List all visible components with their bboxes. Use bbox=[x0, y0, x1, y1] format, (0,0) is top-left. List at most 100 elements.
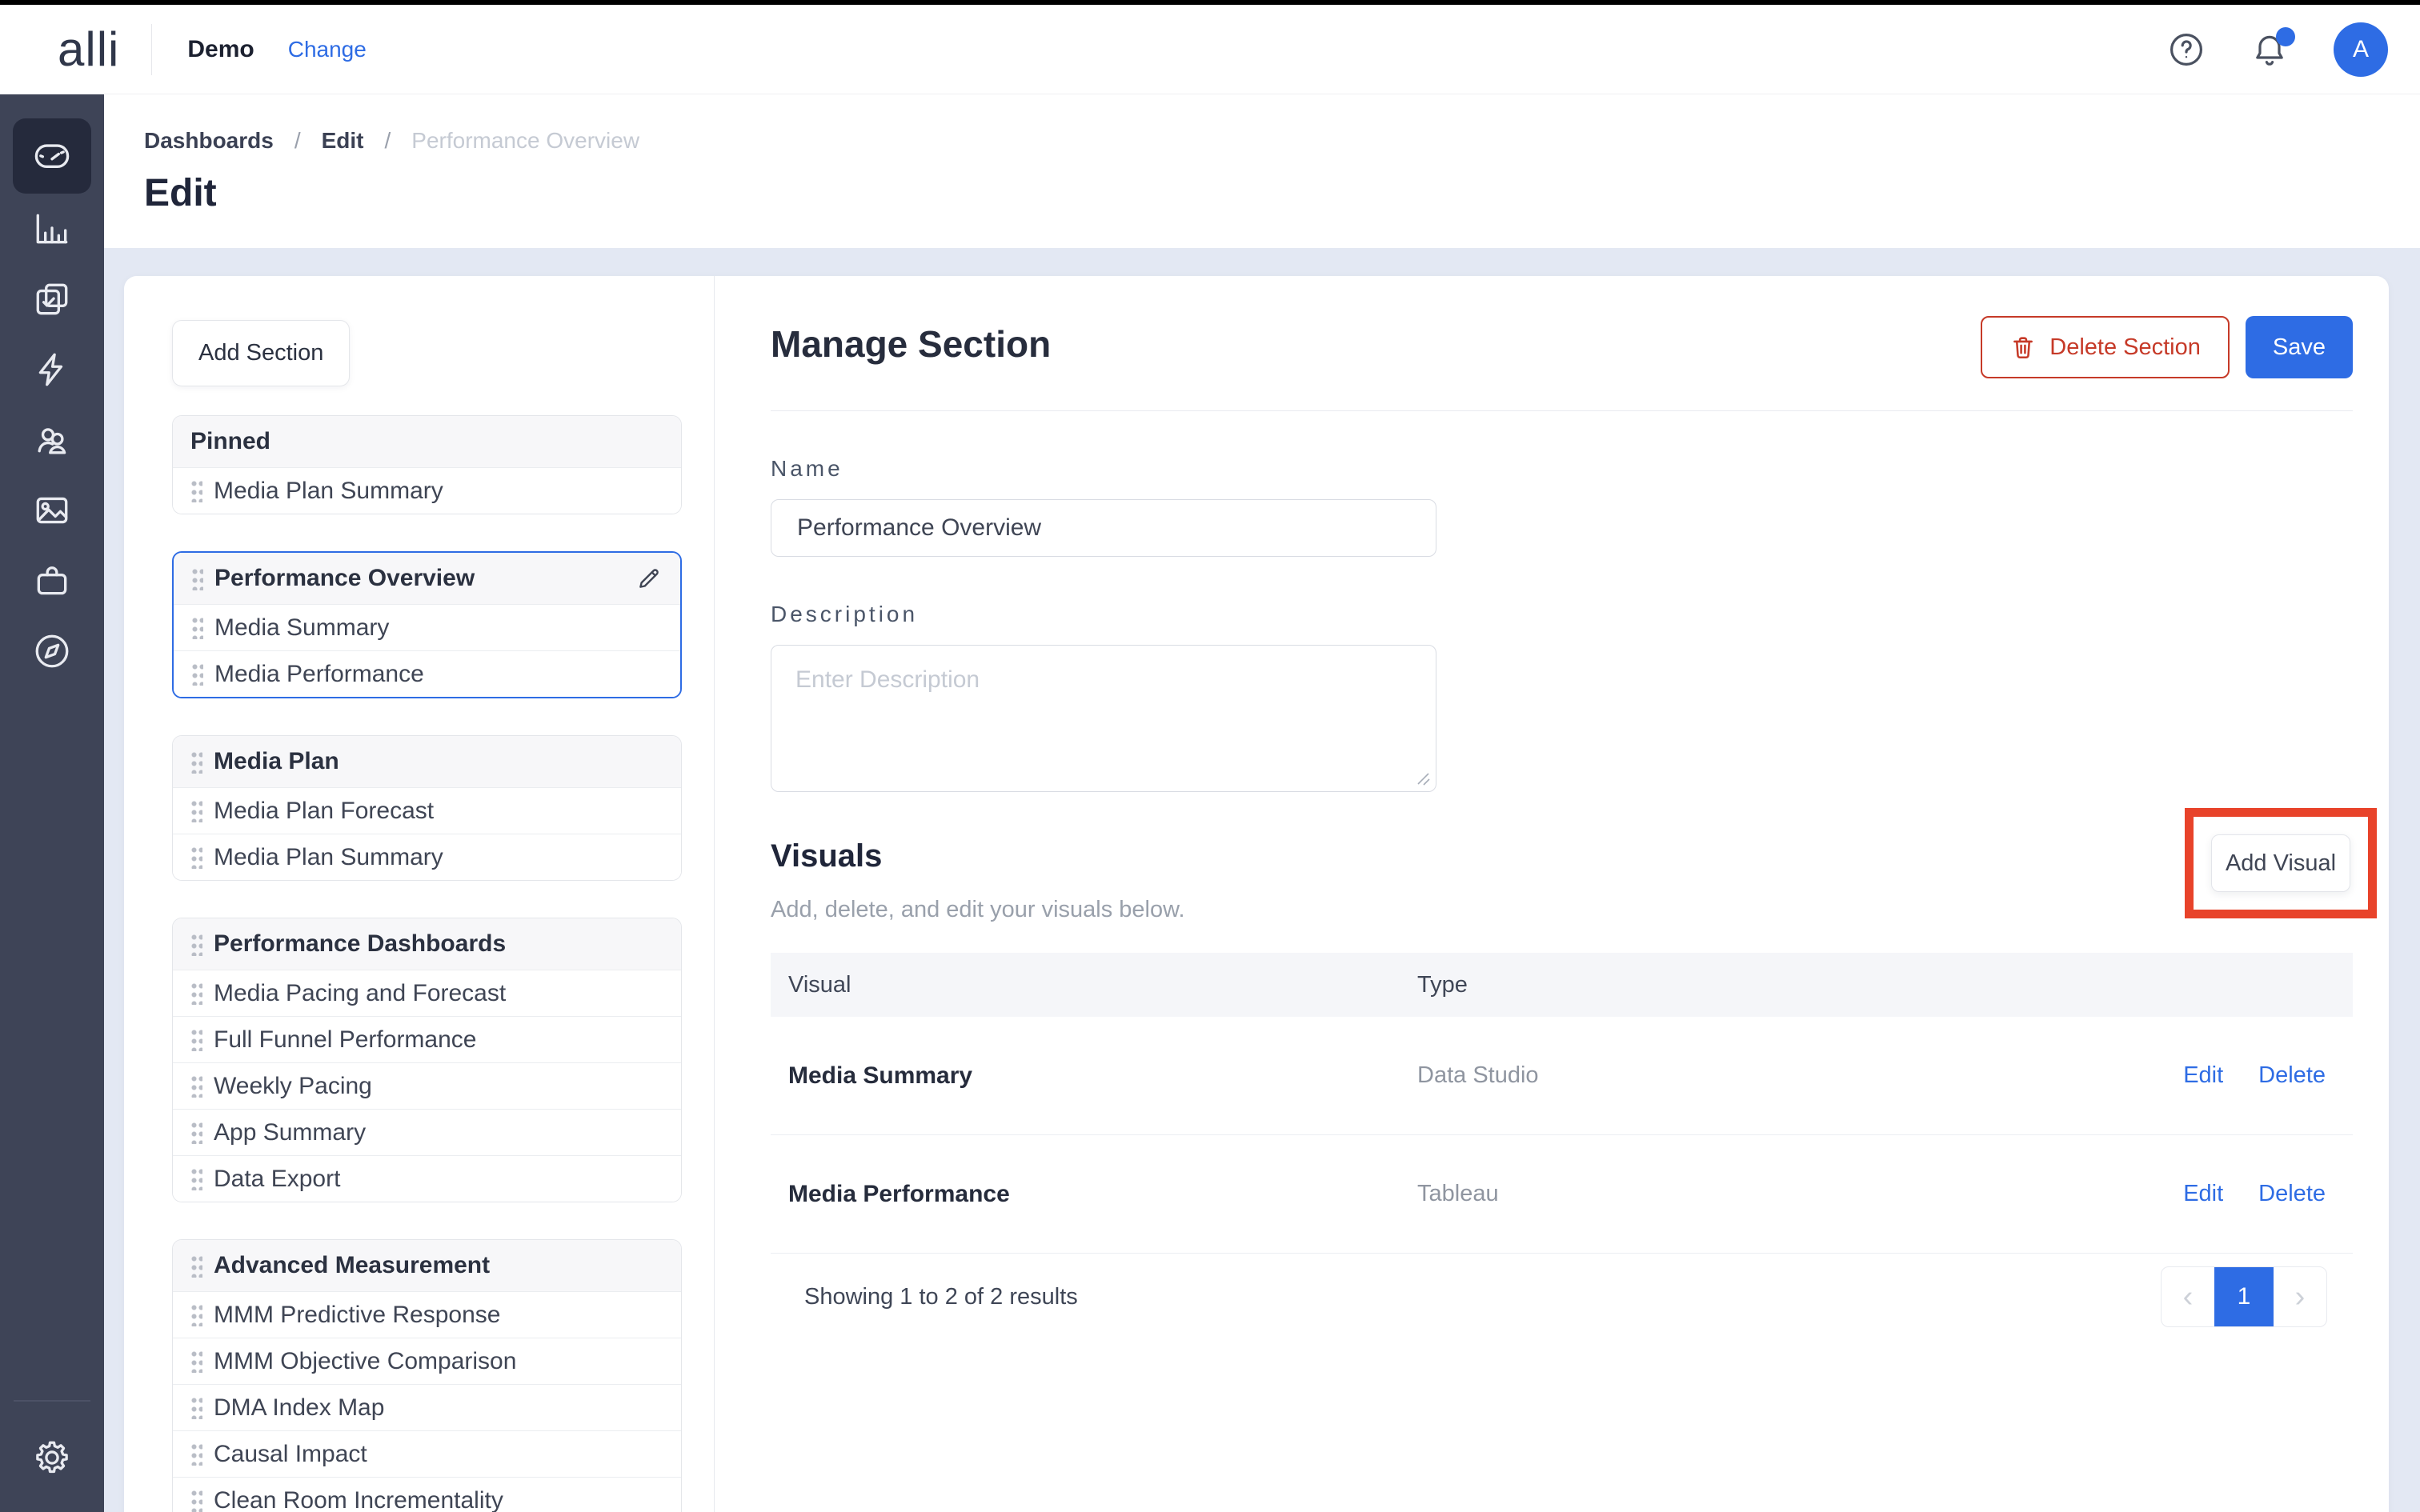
visuals-table-footer: Showing 1 to 2 of 2 results ‹ 1 › bbox=[771, 1265, 2353, 1329]
section-item[interactable]: Data Export bbox=[173, 1155, 681, 1202]
visuals-title: Visuals bbox=[771, 838, 1185, 874]
add-visual-button[interactable]: Add Visual bbox=[2211, 834, 2350, 892]
section-item[interactable]: Media Pacing and Forecast bbox=[173, 970, 681, 1016]
sidebar-item-marketplace[interactable] bbox=[13, 546, 91, 616]
sidebar-item-explore[interactable] bbox=[13, 616, 91, 686]
manage-section-header: Manage Section Delete Section Save bbox=[771, 316, 2353, 411]
section-group-header[interactable]: Media Plan bbox=[173, 736, 681, 787]
sidebar-item-creative[interactable] bbox=[13, 475, 91, 546]
section-item[interactable]: Weekly Pacing bbox=[173, 1062, 681, 1109]
drag-handle[interactable] bbox=[190, 750, 202, 774]
alli-logo[interactable]: alli bbox=[58, 22, 119, 77]
drag-handle[interactable] bbox=[190, 1254, 202, 1278]
section-item-label: Causal Impact bbox=[214, 1441, 367, 1468]
sidebar-item-dashboards[interactable] bbox=[13, 118, 91, 194]
edit-pencil-icon[interactable] bbox=[635, 565, 663, 592]
section-item-label: Weekly Pacing bbox=[214, 1073, 372, 1100]
save-button[interactable]: Save bbox=[2246, 316, 2353, 378]
delete-visual-link[interactable]: Delete bbox=[2258, 1062, 2326, 1089]
section-item-label: MMM Predictive Response bbox=[214, 1302, 500, 1329]
topbar-divider bbox=[151, 24, 152, 75]
edit-visual-link[interactable]: Edit bbox=[2183, 1181, 2223, 1207]
drag-handle[interactable] bbox=[191, 616, 203, 639]
header-buttons: Delete Section Save bbox=[1981, 316, 2353, 378]
section-item-label: Full Funnel Performance bbox=[214, 1026, 476, 1054]
drag-handle[interactable] bbox=[191, 567, 203, 590]
notifications-button[interactable] bbox=[2250, 30, 2289, 69]
drag-handle[interactable] bbox=[190, 933, 202, 956]
delete-section-button[interactable]: Delete Section bbox=[1981, 316, 2230, 378]
section-item[interactable]: Clean Room Incrementality bbox=[173, 1477, 681, 1512]
description-input[interactable] bbox=[771, 645, 1436, 792]
section-item[interactable]: DMA Index Map bbox=[173, 1384, 681, 1430]
name-input[interactable] bbox=[771, 499, 1436, 557]
section-item[interactable]: MMM Objective Comparison bbox=[173, 1338, 681, 1384]
sidebar-item-automation[interactable] bbox=[13, 334, 91, 405]
section-item[interactable]: Media Plan Summary bbox=[173, 467, 681, 514]
change-client-link[interactable]: Change bbox=[288, 37, 367, 62]
content-area: Add Section Pinned Media Plan Summary Perf… bbox=[104, 248, 2420, 1512]
drag-handle[interactable] bbox=[190, 479, 202, 502]
section-group-header[interactable]: Advanced Measurement bbox=[173, 1240, 681, 1291]
section-group-header[interactable]: Performance Dashboards bbox=[173, 918, 681, 970]
client-name: Demo bbox=[187, 36, 254, 63]
drag-handle[interactable] bbox=[190, 1028, 202, 1051]
speedometer-icon bbox=[32, 136, 72, 176]
section-group-title: Performance Overview bbox=[214, 565, 624, 592]
compass-icon bbox=[32, 631, 72, 671]
section-item[interactable]: MMM Predictive Response bbox=[173, 1291, 681, 1338]
breadcrumb-dashboards[interactable]: Dashboards bbox=[144, 128, 274, 154]
visual-name-cell: Media Summary bbox=[771, 1062, 1417, 1090]
section-group-header[interactable]: Pinned bbox=[173, 416, 681, 467]
description-wrap bbox=[771, 645, 1436, 792]
bar-chart-icon bbox=[32, 209, 72, 249]
section-group-title: Advanced Measurement bbox=[214, 1252, 663, 1279]
drag-handle[interactable] bbox=[190, 1489, 202, 1512]
drag-handle[interactable] bbox=[191, 662, 203, 686]
section-item[interactable]: App Summary bbox=[173, 1109, 681, 1155]
sidebar-item-analytics[interactable] bbox=[13, 194, 91, 264]
breadcrumb-edit[interactable]: Edit bbox=[322, 128, 364, 154]
drag-handle[interactable] bbox=[190, 982, 202, 1005]
drag-handle[interactable] bbox=[190, 1074, 202, 1098]
drag-handle[interactable] bbox=[190, 1442, 202, 1466]
add-section-button[interactable]: Add Section bbox=[172, 320, 350, 386]
section-item-label: Media Plan Summary bbox=[214, 478, 443, 505]
delete-section-label: Delete Section bbox=[2049, 334, 2201, 361]
drag-handle[interactable] bbox=[190, 1350, 202, 1373]
breadcrumb-current: Performance Overview bbox=[411, 128, 639, 154]
section-group-header[interactable]: Performance Overview bbox=[174, 553, 680, 604]
drag-handle[interactable] bbox=[190, 1167, 202, 1190]
delete-visual-link[interactable]: Delete bbox=[2258, 1181, 2326, 1207]
sidebar-item-audiences[interactable] bbox=[13, 405, 91, 475]
section-item[interactable]: Causal Impact bbox=[173, 1430, 681, 1477]
section-item-label: Data Export bbox=[214, 1166, 340, 1193]
section-item[interactable]: Full Funnel Performance bbox=[173, 1016, 681, 1062]
section-item[interactable]: Media Plan Summary bbox=[173, 834, 681, 880]
drag-handle[interactable] bbox=[190, 1396, 202, 1419]
pagination-page-1[interactable]: 1 bbox=[2214, 1267, 2274, 1326]
drag-handle[interactable] bbox=[190, 846, 202, 869]
drag-handle[interactable] bbox=[190, 799, 202, 822]
section-item[interactable]: Media Plan Forecast bbox=[173, 787, 681, 834]
drag-handle[interactable] bbox=[190, 1303, 202, 1326]
sidebar-item-settings[interactable] bbox=[13, 1422, 91, 1493]
help-circle-icon[interactable] bbox=[2167, 30, 2206, 69]
clipboard-check-icon bbox=[32, 279, 72, 319]
pagination-next[interactable]: › bbox=[2274, 1267, 2326, 1326]
breadcrumb-separator: / bbox=[385, 128, 391, 154]
visual-table-row: Media PerformanceTableauEditDelete bbox=[771, 1135, 2353, 1254]
sidebar-divider bbox=[14, 1400, 90, 1402]
section-item[interactable]: Media Summary bbox=[174, 604, 680, 650]
avatar[interactable]: A bbox=[2334, 22, 2388, 77]
section-item-label: Media Pacing and Forecast bbox=[214, 980, 506, 1007]
pagination-prev[interactable]: ‹ bbox=[2162, 1267, 2214, 1326]
page-title: Edit bbox=[144, 171, 2420, 215]
section-item-label: Clean Room Incrementality bbox=[214, 1487, 503, 1512]
drag-handle[interactable] bbox=[190, 1121, 202, 1144]
section-item[interactable]: Media Performance bbox=[174, 650, 680, 697]
resize-handle-icon[interactable] bbox=[1416, 772, 1430, 786]
edit-visual-link[interactable]: Edit bbox=[2183, 1062, 2223, 1089]
section-group-title: Performance Dashboards bbox=[214, 930, 663, 958]
sidebar-item-reports[interactable] bbox=[13, 264, 91, 334]
